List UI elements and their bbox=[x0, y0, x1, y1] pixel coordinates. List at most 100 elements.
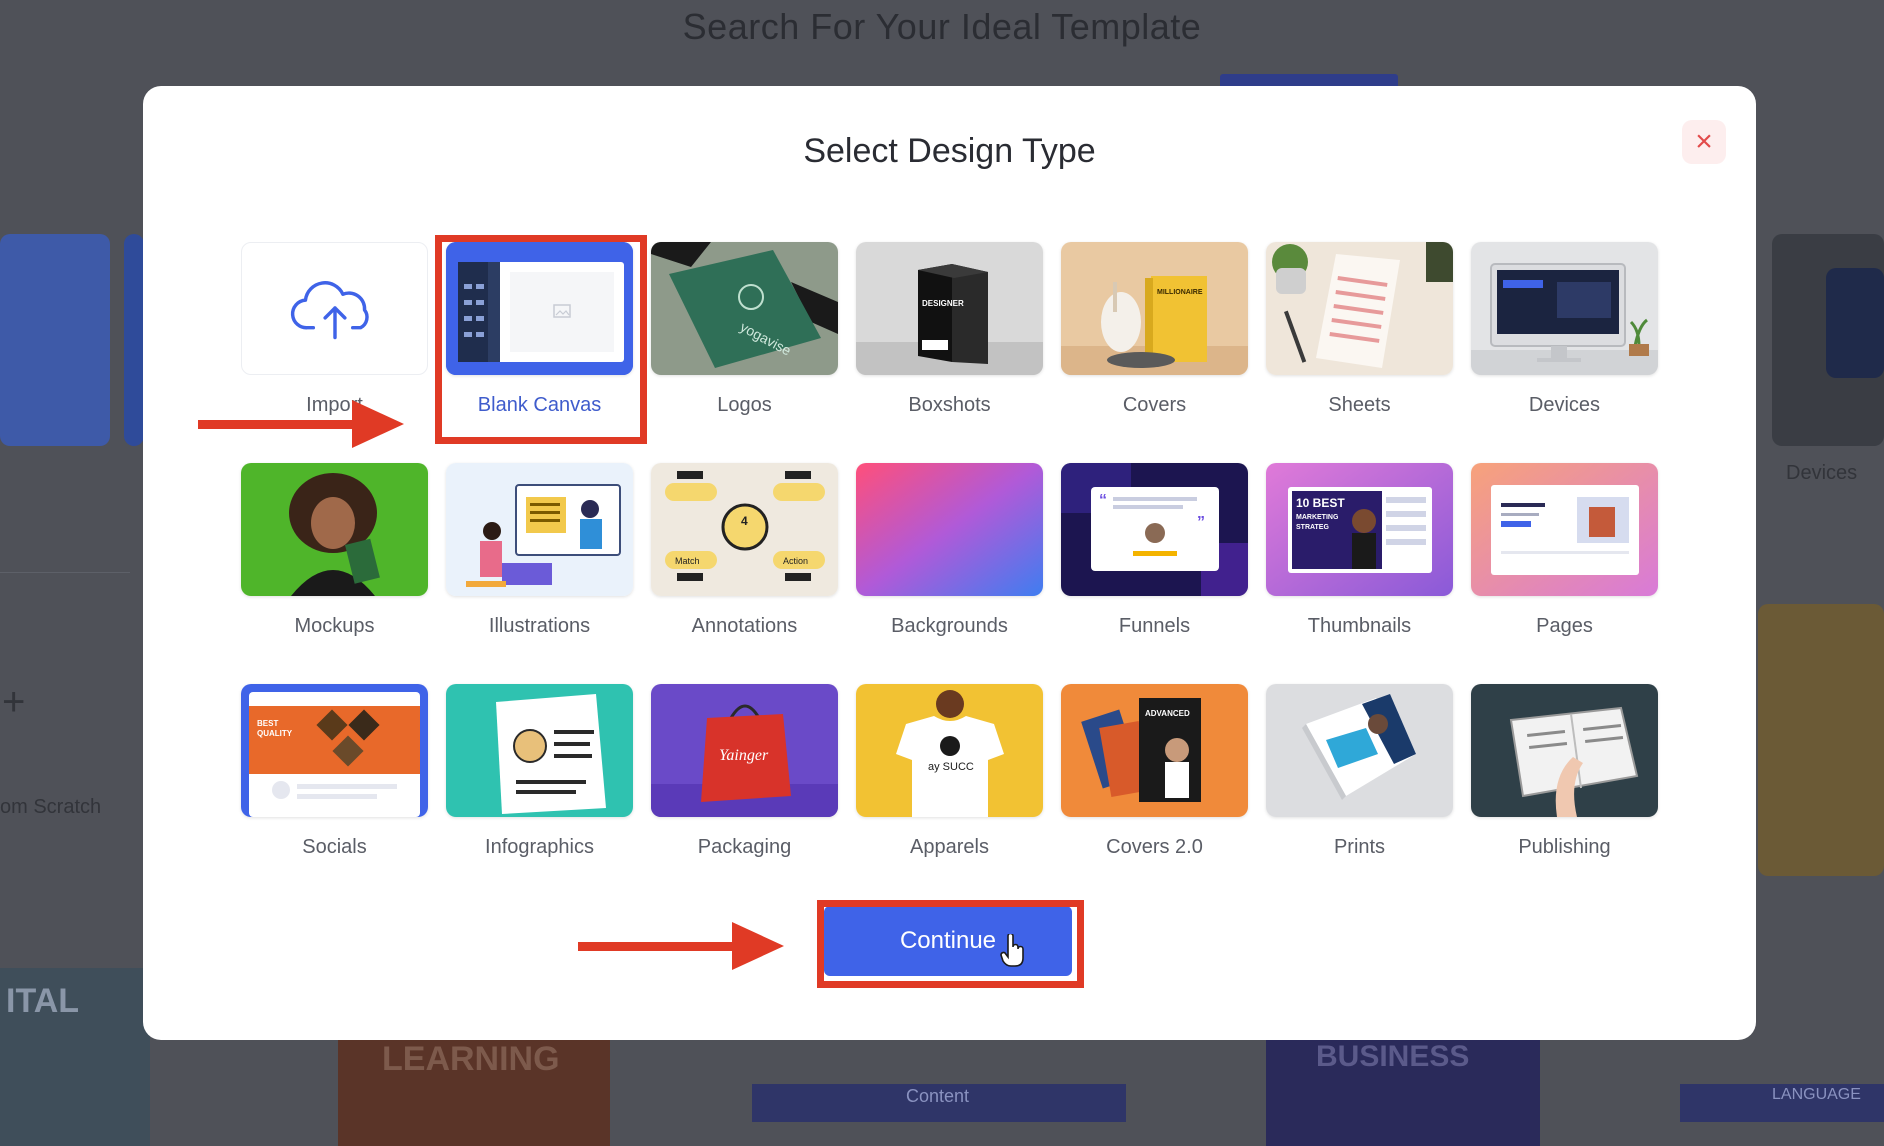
cloud-upload-icon bbox=[290, 281, 369, 340]
funnels-card-image: “ ” bbox=[1061, 463, 1248, 596]
tile-label-backgrounds: Backgrounds bbox=[891, 615, 1008, 637]
annotations-thumb-text-1: Match bbox=[675, 556, 700, 566]
thumbnails-thumbnail: 10 BEST MARKETING STRATEG bbox=[1266, 463, 1453, 596]
annotations-diagram-image: 4 Match Action bbox=[651, 463, 838, 596]
design-type-annotations[interactable]: 4 Match Action Annotations bbox=[651, 463, 838, 684]
sheets-thumbnail bbox=[1266, 242, 1453, 375]
illustrations-thumbnail bbox=[446, 463, 633, 596]
devices-monitor-image bbox=[1471, 242, 1658, 375]
background-strip-text-3: Content bbox=[906, 1086, 970, 1106]
boxshots-box-image: DESIGNER bbox=[856, 242, 1043, 375]
import-thumbnail bbox=[241, 242, 428, 375]
logos-thumbnail: yogavise bbox=[651, 242, 838, 375]
tile-label-publishing: Publishing bbox=[1518, 836, 1611, 858]
background-card-left bbox=[0, 234, 110, 446]
background-strip-text-2: LEARNING bbox=[382, 1040, 560, 1078]
annotation-highlight-blank-canvas bbox=[435, 235, 647, 444]
publishing-tablet-image bbox=[1471, 684, 1658, 817]
infographics-thumbnail bbox=[446, 684, 633, 817]
covers-book-image: MILLIONAIRE bbox=[1061, 242, 1248, 375]
background-page-title: Search For Your Ideal Template bbox=[682, 6, 1202, 47]
design-type-backgrounds[interactable]: Backgrounds bbox=[856, 463, 1043, 684]
publishing-thumbnail bbox=[1471, 684, 1658, 817]
design-type-apparels[interactable]: ay SUCC Apparels bbox=[856, 684, 1043, 905]
annotation-highlight-continue bbox=[817, 900, 1084, 988]
boxshots-thumb-text: DESIGNER bbox=[922, 299, 964, 308]
tile-label-devices: Devices bbox=[1528, 394, 1601, 416]
prints-thumbnail bbox=[1266, 684, 1453, 817]
tile-label-thumbnails: Thumbnails bbox=[1307, 615, 1412, 637]
apparels-thumbnail: ay SUCC bbox=[856, 684, 1043, 817]
background-left-text: om Scratch bbox=[0, 796, 102, 818]
devices-thumbnail bbox=[1471, 242, 1658, 375]
socials-post-image: BEST QUALITY bbox=[241, 684, 428, 817]
tile-label-infographics: Infographics bbox=[485, 836, 594, 858]
design-type-thumbnails[interactable]: 10 BEST MARKETING STRATEG Thumbnails bbox=[1266, 463, 1453, 684]
backgrounds-gradient-image bbox=[856, 463, 1043, 596]
design-type-mockups[interactable]: Mockups bbox=[241, 463, 428, 684]
covers-thumb-text: MILLIONAIRE bbox=[1157, 289, 1203, 296]
background-right-label: Devices bbox=[1786, 462, 1858, 484]
illustrations-scene-image bbox=[446, 463, 633, 596]
design-type-covers[interactable]: MILLIONAIRE Covers bbox=[1061, 242, 1248, 463]
background-strip-text-1: ITAL bbox=[6, 982, 80, 1020]
design-type-infographics[interactable]: Infographics bbox=[446, 684, 633, 905]
covers-2-thumb-text: ADVANCED bbox=[1145, 709, 1190, 718]
apparels-thumb-text: ay SUCC bbox=[928, 761, 974, 773]
tile-label-mockups: Mockups bbox=[294, 615, 375, 637]
mockups-thumbnail bbox=[241, 463, 428, 596]
background-plus-icon: + bbox=[2, 680, 26, 724]
background-strip-text-4: BUSINESS bbox=[1316, 1040, 1470, 1073]
thumbnails-thumb-text-3: STRATEG bbox=[1296, 524, 1329, 531]
apparels-tshirt-image: ay SUCC bbox=[856, 684, 1043, 817]
design-type-covers-2[interactable]: ADVANCED Covers 2.0 bbox=[1061, 684, 1248, 905]
design-type-illustrations[interactable]: Illustrations bbox=[446, 463, 633, 684]
background-divider bbox=[0, 572, 130, 573]
pages-website-image bbox=[1471, 463, 1658, 596]
design-type-devices[interactable]: Devices bbox=[1471, 242, 1658, 463]
design-type-funnels[interactable]: “ ” Funnels bbox=[1061, 463, 1248, 684]
covers-2-books-image: ADVANCED bbox=[1061, 684, 1248, 817]
tile-label-apparels: Apparels bbox=[910, 836, 989, 858]
tile-label-covers-2: Covers 2.0 bbox=[1106, 836, 1203, 858]
design-type-sheets[interactable]: Sheets bbox=[1266, 242, 1453, 463]
background-strip-5: LANGUAGE bbox=[1680, 1084, 1884, 1122]
close-icon: × bbox=[1695, 125, 1713, 158]
thumbnails-thumb-text-2: MARKETING bbox=[1296, 514, 1339, 521]
socials-thumbnail: BEST QUALITY bbox=[241, 684, 428, 817]
pages-thumbnail bbox=[1471, 463, 1658, 596]
tile-label-pages: Pages bbox=[1536, 615, 1593, 637]
boxshots-thumbnail: DESIGNER bbox=[856, 242, 1043, 375]
thumbnails-thumb-text-1: 10 BEST bbox=[1296, 496, 1345, 510]
tile-label-boxshots: Boxshots bbox=[908, 394, 991, 416]
background-card-right-2 bbox=[1758, 604, 1884, 876]
prints-brochure-image bbox=[1266, 684, 1453, 817]
design-type-socials[interactable]: BEST QUALITY Socials bbox=[241, 684, 428, 905]
tile-label-packaging: Packaging bbox=[697, 836, 792, 858]
funnels-thumbnail: “ ” bbox=[1061, 463, 1248, 596]
infographics-flyer-image bbox=[446, 684, 633, 817]
tile-label-prints: Prints bbox=[1333, 836, 1386, 858]
design-type-pages[interactable]: Pages bbox=[1471, 463, 1658, 684]
close-button[interactable]: × bbox=[1682, 120, 1726, 164]
design-type-logos[interactable]: yogavise Logos bbox=[651, 242, 838, 463]
mockups-person-image bbox=[241, 463, 428, 596]
tile-label-funnels: Funnels bbox=[1118, 615, 1191, 637]
background-card-right-screen bbox=[1826, 268, 1884, 378]
annotation-arrow-right-icon bbox=[578, 922, 784, 970]
background-strip-1: ITAL bbox=[0, 968, 150, 1146]
annotation-arrow-right-icon bbox=[198, 400, 404, 448]
tile-label-annotations: Annotations bbox=[691, 615, 798, 637]
design-type-prints[interactable]: Prints bbox=[1266, 684, 1453, 905]
design-type-packaging[interactable]: Yainger Packaging bbox=[651, 684, 838, 905]
covers-thumbnail: MILLIONAIRE bbox=[1061, 242, 1248, 375]
background-strip-3: Content bbox=[752, 1084, 1126, 1122]
sheets-paper-image bbox=[1266, 242, 1453, 375]
annotations-thumb-text-2: Action bbox=[783, 556, 808, 566]
design-type-publishing[interactable]: Publishing bbox=[1471, 684, 1658, 905]
design-type-boxshots[interactable]: DESIGNER Boxshots bbox=[856, 242, 1043, 463]
svg-text:“: “ bbox=[1099, 492, 1107, 509]
packaging-bag-image: Yainger bbox=[651, 684, 838, 817]
covers-2-thumbnail: ADVANCED bbox=[1061, 684, 1248, 817]
background-strip-text-5: LANGUAGE bbox=[1772, 1086, 1861, 1103]
